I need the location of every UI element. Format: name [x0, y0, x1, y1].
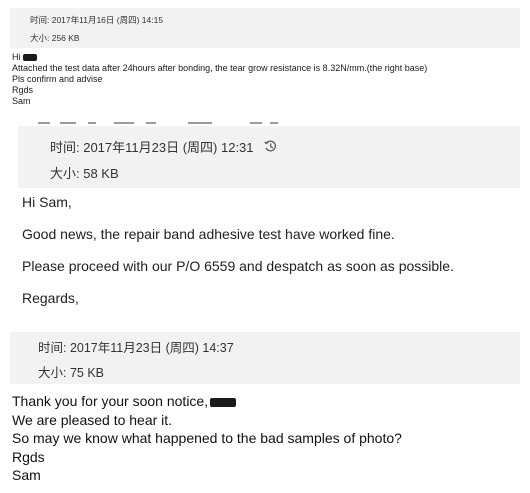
cropped-text-edge [18, 122, 520, 125]
message-3-first-line: Thank you for your soon notice, [12, 392, 402, 411]
message-3-header: 时间: 2017年11月23日 (周四) 14:37 大小: 75 KB [10, 332, 520, 384]
message-1-body: Hi Attached the test data after 24hours … [12, 52, 427, 107]
message-1-line-4: Sam [12, 96, 31, 106]
clock-history-icon[interactable] [263, 139, 278, 157]
message-2-line-1: Hi Sam, [22, 194, 72, 210]
message-3-time: 时间: 2017年11月23日 (周四) 14:37 [38, 341, 234, 355]
message-1-line-3: Rgds [12, 85, 34, 95]
message-2-line-4: Regards, [22, 290, 79, 306]
message-3-line-5: Sam [12, 467, 41, 483]
message-1-size: 大小: 256 KB [30, 33, 80, 43]
message-3-line-3: So may we know what happened to the bad … [12, 430, 402, 446]
redacted-name [210, 397, 237, 407]
message-2-line-3: Please proceed with our P/O 6559 and des… [22, 258, 454, 274]
message-1-header: 时间: 2017年11月16日 (周四) 14:15 大小: 256 KB [10, 8, 520, 48]
message-1-time: 时间: 2017年11月16日 (周四) 14:15 [30, 15, 164, 25]
message-1-greeting: Hi [12, 52, 21, 62]
message-2-header: 时间: 2017年11月23日 (周四) 12:31 大小: 58 KB [18, 126, 520, 188]
redacted-name [22, 54, 37, 62]
message-3-body: Thank you for your soon notice, We are p… [12, 392, 402, 485]
message-2-size: 大小: 58 KB [50, 166, 119, 181]
message-3-line-4: Rgds [12, 448, 45, 465]
message-2-time: 时间: 2017年11月23日 (周四) 12:31 [50, 140, 254, 155]
message-1-line-1: Attached the test data after 24hours aft… [12, 63, 428, 73]
message-1-line-2: Pls confirm and advise [12, 74, 103, 84]
message-3-line-1: Thank you for your soon notice, [12, 393, 209, 409]
message-3-size: 大小: 75 KB [38, 366, 104, 380]
message-2-line-2: Good news, the repair band adhesive test… [22, 226, 395, 242]
message-3-line-2: We are pleased to hear it. [12, 411, 173, 428]
message-1-greeting-line: Hi [12, 52, 427, 63]
message-2-time-row: 时间: 2017年11月23日 (周四) 12:31 [50, 137, 278, 157]
